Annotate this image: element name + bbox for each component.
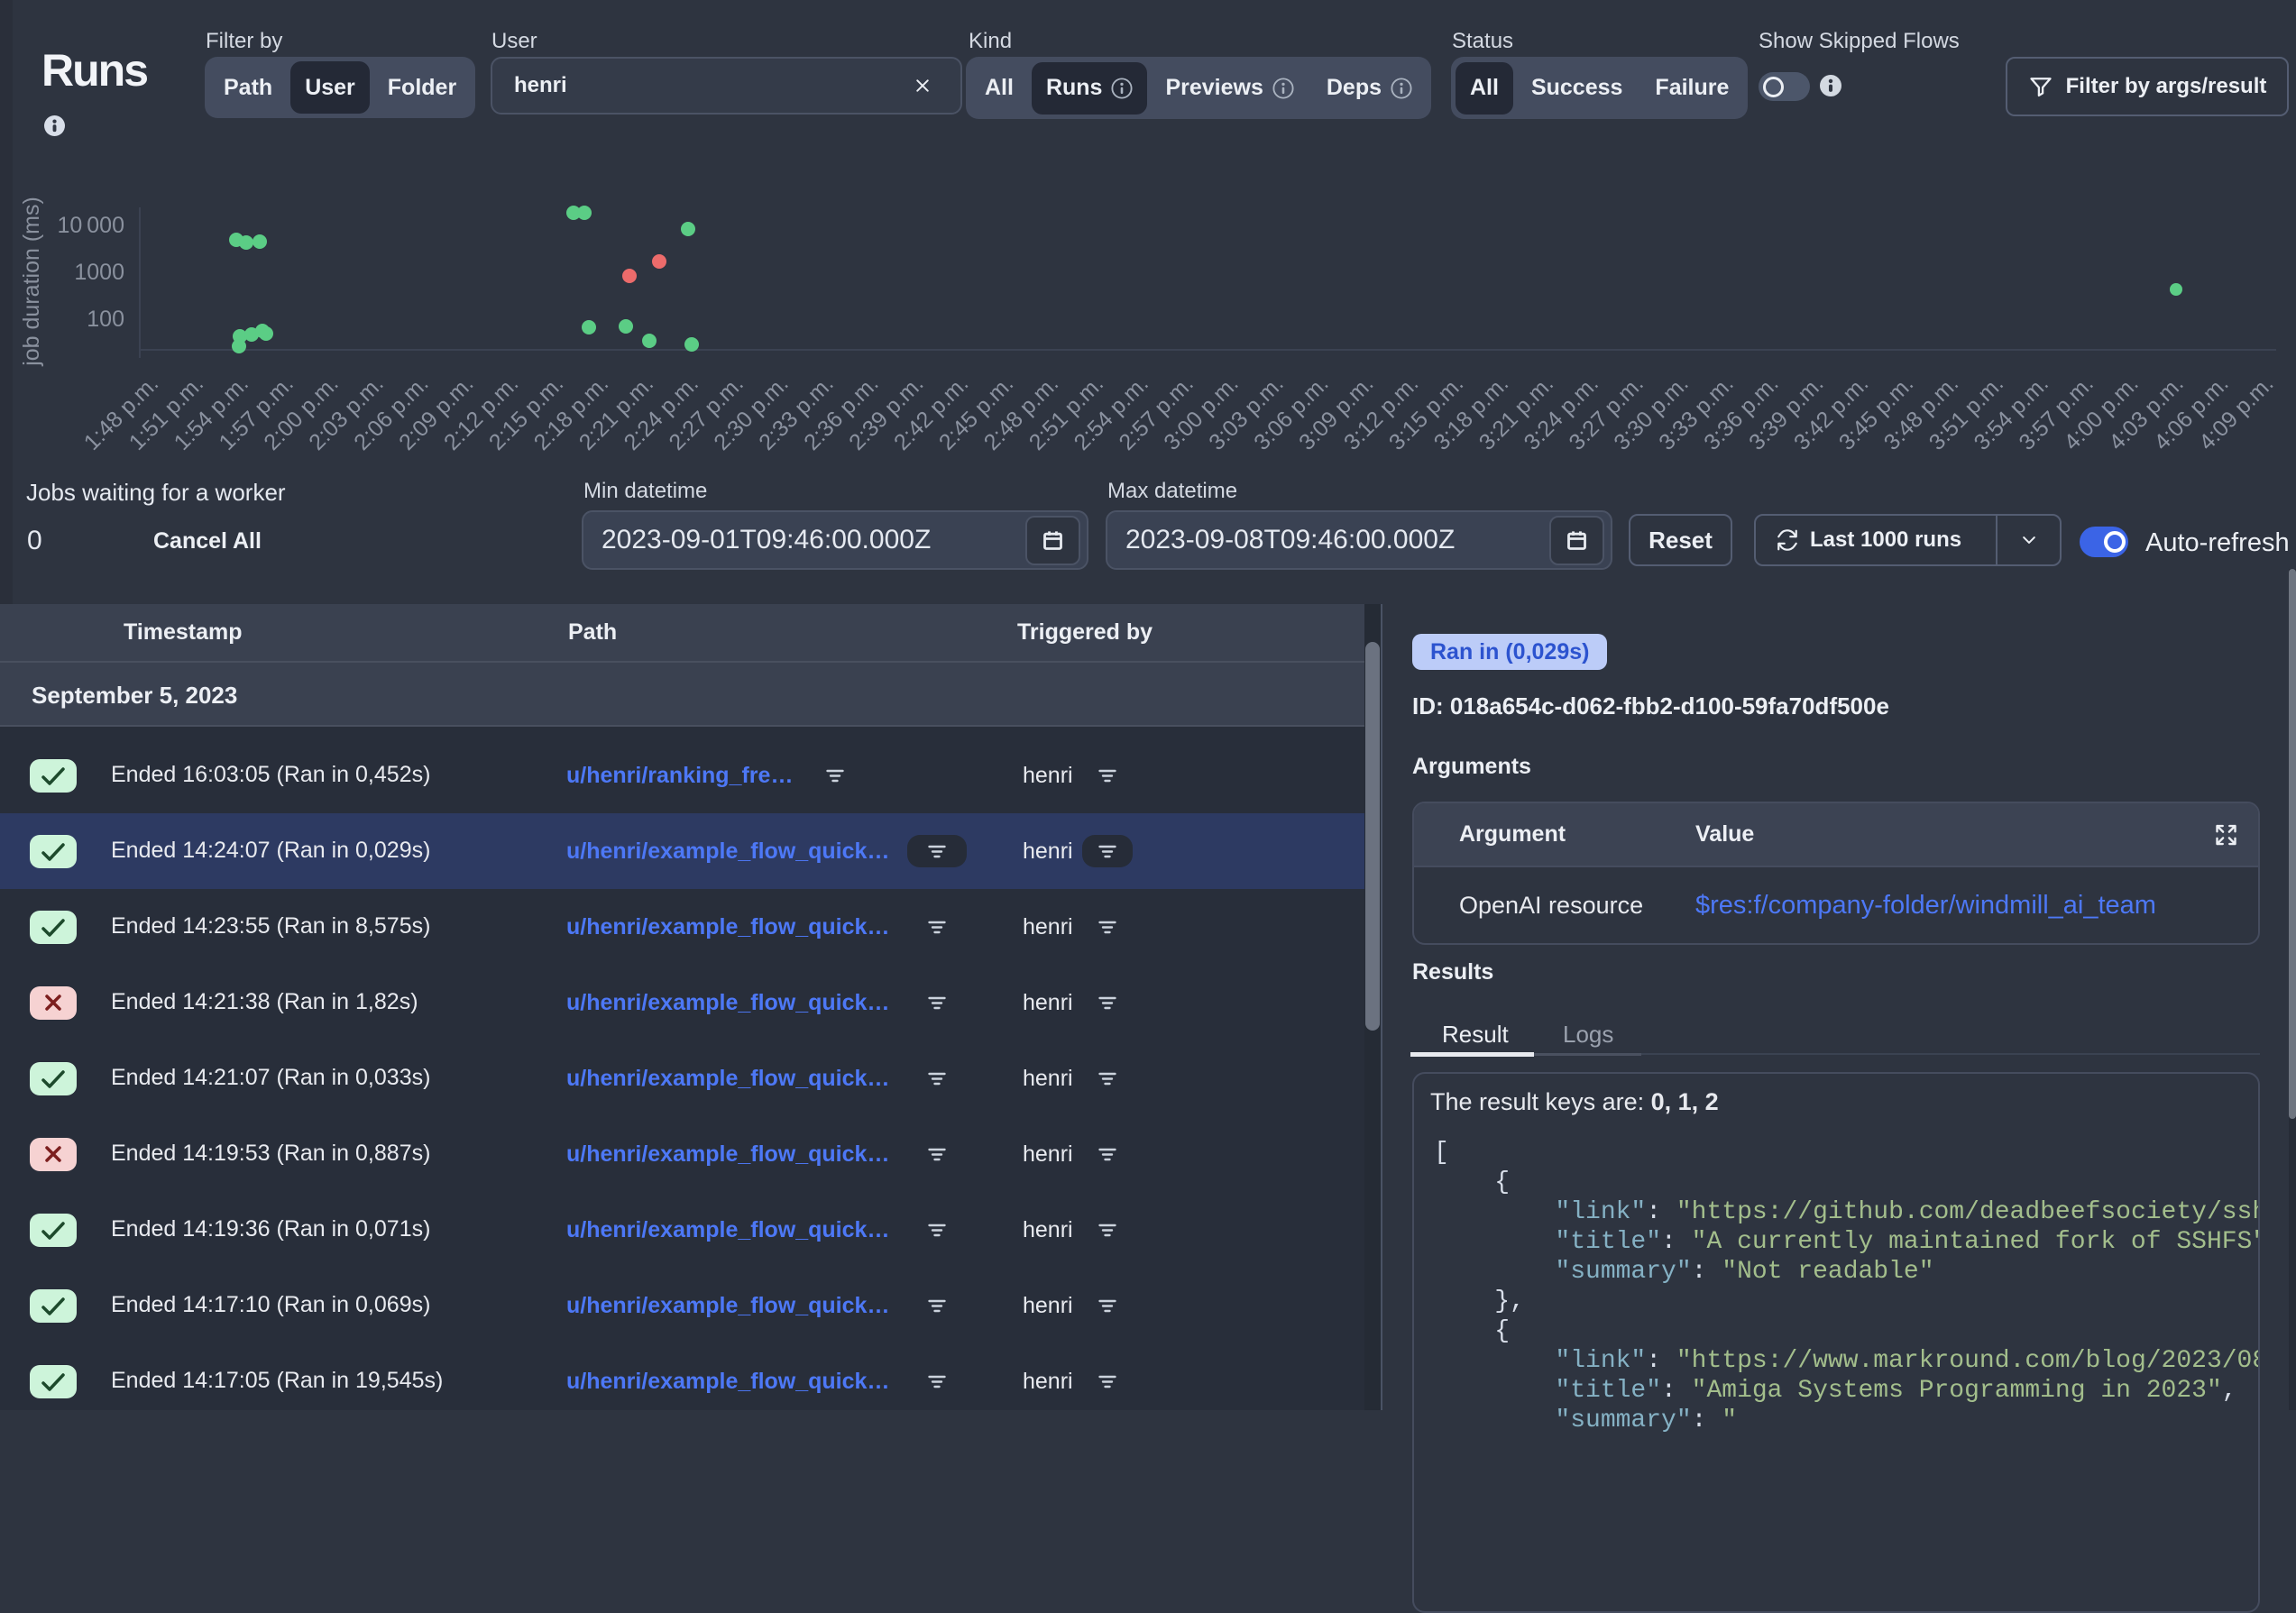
svg-text:100: 100 <box>87 307 124 332</box>
svg-text:1000: 1000 <box>74 260 124 285</box>
svg-text:10 000: 10 000 <box>57 213 124 238</box>
svg-text:job duration (ms): job duration (ms) <box>19 197 44 367</box>
